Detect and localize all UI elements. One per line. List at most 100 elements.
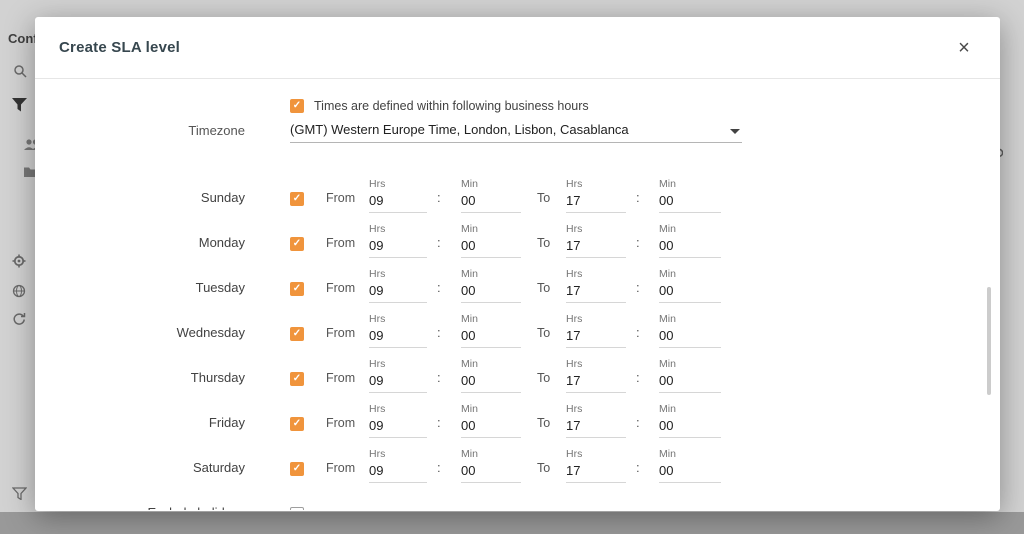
from-hrs-input[interactable]: [369, 236, 427, 258]
day-label: Sunday: [35, 190, 245, 213]
day-row-saturday: Saturday From Hrs : Min To Hrs :: [35, 438, 1000, 483]
hrs-caption: Hrs: [369, 358, 427, 370]
min-caption: Min: [659, 403, 721, 415]
from-hrs-field: Hrs: [369, 358, 427, 393]
time-separator: :: [437, 415, 445, 430]
day-row-thursday: Thursday From Hrs : Min To Hrs :: [35, 348, 1000, 393]
day-row-wednesday: Wednesday From Hrs : Min To Hrs :: [35, 303, 1000, 348]
business-hours-days: Sunday From Hrs : Min To Hrs :: [35, 168, 1000, 510]
to-min-input[interactable]: [659, 416, 721, 438]
from-hrs-field: Hrs: [369, 313, 427, 348]
to-min-field: Min: [659, 448, 721, 483]
to-label: To: [537, 326, 555, 348]
to-min-input[interactable]: [659, 371, 721, 393]
from-hrs-input[interactable]: [369, 416, 427, 438]
time-separator: :: [437, 325, 445, 340]
min-caption: Min: [659, 223, 721, 235]
hrs-caption: Hrs: [369, 403, 427, 415]
from-hrs-input[interactable]: [369, 281, 427, 303]
time-separator: :: [636, 460, 644, 475]
from-min-input[interactable]: [461, 371, 521, 393]
from-min-field: Min: [461, 223, 521, 258]
from-label: From: [326, 461, 358, 483]
to-hrs-field: Hrs: [566, 178, 626, 213]
to-min-input[interactable]: [659, 191, 721, 213]
min-caption: Min: [659, 313, 721, 325]
from-hrs-input[interactable]: [369, 191, 427, 213]
create-sla-level-dialog: Create SLA level × Times are defined wit…: [35, 17, 1000, 511]
from-min-input[interactable]: [461, 326, 521, 348]
from-label: From: [326, 281, 358, 303]
from-min-field: Min: [461, 448, 521, 483]
day-checkbox[interactable]: [290, 237, 304, 251]
to-min-field: Min: [659, 268, 721, 303]
hrs-caption: Hrs: [566, 448, 626, 460]
business-hours-row: Times are defined within following busin…: [290, 97, 1000, 115]
day-checkbox[interactable]: [290, 462, 304, 476]
hrs-caption: Hrs: [566, 178, 626, 190]
to-hrs-input[interactable]: [566, 236, 626, 258]
day-label: Thursday: [35, 370, 245, 393]
day-checkbox[interactable]: [290, 282, 304, 296]
to-min-field: Min: [659, 403, 721, 438]
day-label: Saturday: [35, 460, 245, 483]
timezone-row: Timezone (GMT) Western Europe Time, Lond…: [35, 123, 1000, 143]
from-hrs-field: Hrs: [369, 178, 427, 213]
to-label: To: [537, 371, 555, 393]
day-row-tuesday: Tuesday From Hrs : Min To Hrs :: [35, 258, 1000, 303]
to-min-field: Min: [659, 313, 721, 348]
to-min-field: Min: [659, 358, 721, 393]
min-caption: Min: [659, 178, 721, 190]
to-hrs-input[interactable]: [566, 461, 626, 483]
dialog-header: Create SLA level ×: [35, 17, 1000, 79]
from-hrs-input[interactable]: [369, 371, 427, 393]
hrs-caption: Hrs: [369, 268, 427, 280]
to-min-field: Min: [659, 178, 721, 213]
hrs-caption: Hrs: [566, 403, 626, 415]
to-hrs-input[interactable]: [566, 371, 626, 393]
day-checkbox[interactable]: [290, 417, 304, 431]
hrs-caption: Hrs: [369, 223, 427, 235]
from-min-input[interactable]: [461, 281, 521, 303]
min-caption: Min: [461, 403, 521, 415]
chevron-down-icon: [730, 129, 740, 134]
exclude-holidays-label: Exclude holidays: [35, 505, 245, 510]
close-icon[interactable]: ×: [952, 36, 976, 60]
to-hrs-input[interactable]: [566, 416, 626, 438]
day-checkbox[interactable]: [290, 327, 304, 341]
hrs-caption: Hrs: [566, 268, 626, 280]
from-min-input[interactable]: [461, 461, 521, 483]
exclude-holidays-checkbox[interactable]: [290, 507, 304, 510]
hrs-caption: Hrs: [566, 313, 626, 325]
to-min-input[interactable]: [659, 461, 721, 483]
to-min-input[interactable]: [659, 281, 721, 303]
hrs-caption: Hrs: [369, 178, 427, 190]
time-separator: :: [636, 235, 644, 250]
to-label: To: [537, 191, 555, 213]
time-separator: :: [636, 370, 644, 385]
day-label: Wednesday: [35, 325, 245, 348]
business-hours-checkbox[interactable]: [290, 99, 304, 113]
modal-scrollbar[interactable]: [987, 287, 991, 395]
from-min-input[interactable]: [461, 416, 521, 438]
to-hrs-input[interactable]: [566, 191, 626, 213]
to-hrs-input[interactable]: [566, 326, 626, 348]
from-hrs-input[interactable]: [369, 326, 427, 348]
min-caption: Min: [461, 358, 521, 370]
min-caption: Min: [461, 223, 521, 235]
from-hrs-input[interactable]: [369, 461, 427, 483]
day-checkbox[interactable]: [290, 372, 304, 386]
to-min-input[interactable]: [659, 326, 721, 348]
to-hrs-input[interactable]: [566, 281, 626, 303]
time-separator: :: [437, 370, 445, 385]
from-min-input[interactable]: [461, 236, 521, 258]
timezone-label: Timezone: [35, 123, 245, 143]
min-caption: Min: [461, 178, 521, 190]
time-separator: :: [636, 190, 644, 205]
to-min-input[interactable]: [659, 236, 721, 258]
from-min-input[interactable]: [461, 191, 521, 213]
from-label: From: [326, 416, 358, 438]
timezone-select[interactable]: (GMT) Western Europe Time, London, Lisbo…: [290, 122, 742, 143]
from-hrs-field: Hrs: [369, 268, 427, 303]
day-checkbox[interactable]: [290, 192, 304, 206]
